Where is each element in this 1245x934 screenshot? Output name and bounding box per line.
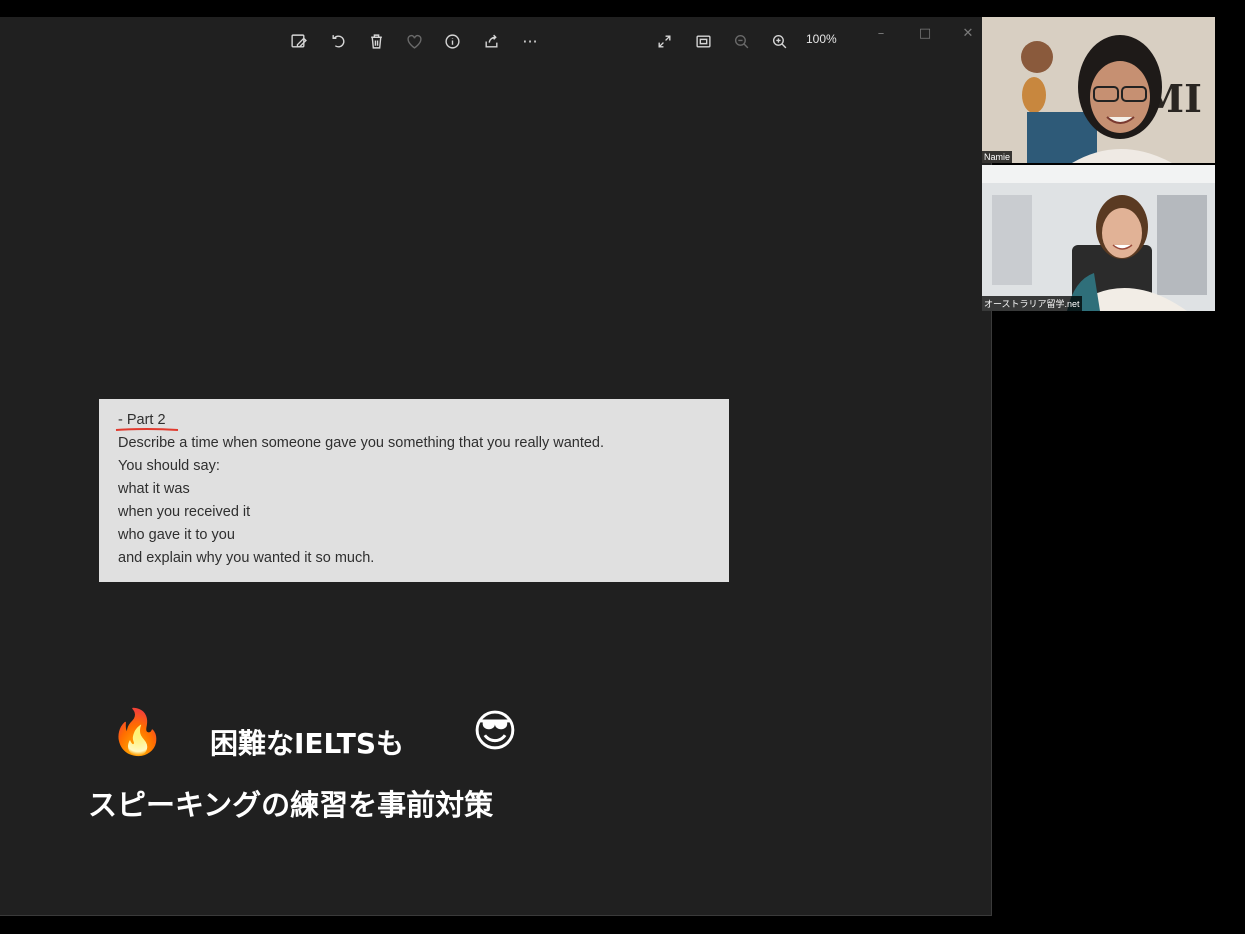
participant-avatar <box>982 165 1215 311</box>
participant-video-australia[interactable]: オーストラリア留学.net <box>982 165 1215 311</box>
sunglasses-emoji-icon: 😎 <box>472 706 518 757</box>
participant-video-namie[interactable]: MI Namie <box>982 17 1215 163</box>
fit-to-window-icon[interactable] <box>693 31 713 51</box>
caption-line-1: 困難なIELTSも <box>210 727 405 760</box>
part-heading: - Part 2 <box>118 412 166 428</box>
participant-name-label: オーストラリア留学.net <box>982 296 1082 311</box>
document-line: and explain why you wanted it so much. <box>118 550 375 566</box>
document-image: - Part 2 Describe a time when someone ga… <box>99 399 729 582</box>
rotate-icon[interactable] <box>328 31 348 51</box>
heading-underline <box>115 428 179 431</box>
share-icon[interactable] <box>481 31 501 51</box>
zoom-in-icon[interactable] <box>769 31 789 51</box>
edit-image-icon[interactable] <box>288 31 308 51</box>
document-line: who gave it to you <box>118 527 235 543</box>
maximize-button[interactable]: □ <box>915 26 935 41</box>
participant-name-label: Namie <box>982 151 1013 163</box>
participant-avatar: MI <box>982 17 1215 163</box>
zoom-percentage[interactable]: 100% <box>806 32 837 46</box>
document-line: what it was <box>118 481 190 497</box>
fullscreen-icon[interactable] <box>654 31 674 51</box>
caption-line-2: スピーキングの練習を事前対策 <box>88 788 494 822</box>
fire-emoji-icon: 🔥 <box>110 707 165 758</box>
viewer-toolbar: ··· 100% – □ ✕ <box>0 17 991 63</box>
minimize-button[interactable]: – <box>871 26 891 41</box>
zoom-out-icon[interactable] <box>731 31 751 51</box>
delete-icon[interactable] <box>366 31 386 51</box>
document-line: You should say: <box>118 458 220 474</box>
document-line: Describe a time when someone gave you so… <box>118 435 605 451</box>
close-button[interactable]: ✕ <box>958 26 978 41</box>
more-icon[interactable]: ··· <box>520 31 540 51</box>
info-icon[interactable] <box>442 31 462 51</box>
favorite-icon[interactable] <box>404 31 424 51</box>
document-line: when you received it <box>118 504 251 520</box>
